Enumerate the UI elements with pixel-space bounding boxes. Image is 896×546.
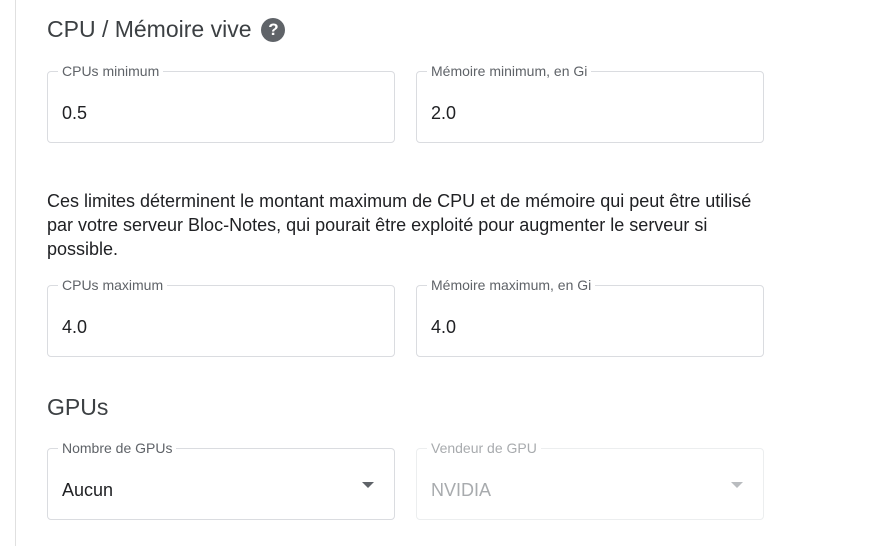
arrow-drop-down-icon[interactable]	[362, 482, 374, 488]
cpu-memory-section-title: CPU / Mémoire vive ?	[47, 16, 286, 43]
gpu-vendor-select: Vendeur de GPU NVIDIA	[416, 440, 764, 520]
cpu-minimum-label: CPUs minimum	[58, 63, 164, 79]
memory-minimum-label: Mémoire minimum, en Gi	[427, 63, 592, 79]
gpu-vendor-value: NVIDIA	[431, 480, 492, 500]
memory-minimum-input[interactable]: 2.0	[431, 103, 456, 124]
gpu-count-value: Aucun	[62, 480, 114, 500]
limits-description: Ces limites déterminent le montant maxim…	[47, 191, 752, 259]
arrow-drop-down-icon	[731, 482, 743, 488]
cpu-minimum-input[interactable]: 0.5	[62, 103, 87, 124]
gpu-count-select[interactable]: Nombre de GPUs Aucun	[47, 440, 395, 520]
left-divider	[15, 0, 16, 546]
help-icon[interactable]: ?	[261, 17, 286, 42]
memory-maximum-input[interactable]: 4.0	[431, 317, 456, 338]
cpu-maximum-input[interactable]: 4.0	[62, 317, 87, 338]
gpu-count-label: Nombre de GPUs	[58, 440, 177, 456]
memory-minimum-field[interactable]: Mémoire minimum, en Gi 2.0	[416, 63, 764, 143]
resource-config-panel: CPU / Mémoire vive ? CPUs minimum 0.5 Mé…	[0, 0, 896, 546]
cpu-memory-title-text: CPU / Mémoire vive	[47, 16, 252, 42]
memory-maximum-field[interactable]: Mémoire maximum, en Gi 4.0	[416, 277, 764, 357]
gpus-title-text: GPUs	[47, 394, 109, 420]
cpu-maximum-label: CPUs maximum	[58, 277, 168, 293]
gpus-section-title: GPUs	[47, 394, 108, 421]
gpu-vendor-label: Vendeur de GPU	[427, 440, 541, 456]
cpu-minimum-field[interactable]: CPUs minimum 0.5	[47, 63, 395, 143]
cpu-maximum-field[interactable]: CPUs maximum 4.0	[47, 277, 395, 357]
memory-maximum-label: Mémoire maximum, en Gi	[427, 277, 596, 293]
